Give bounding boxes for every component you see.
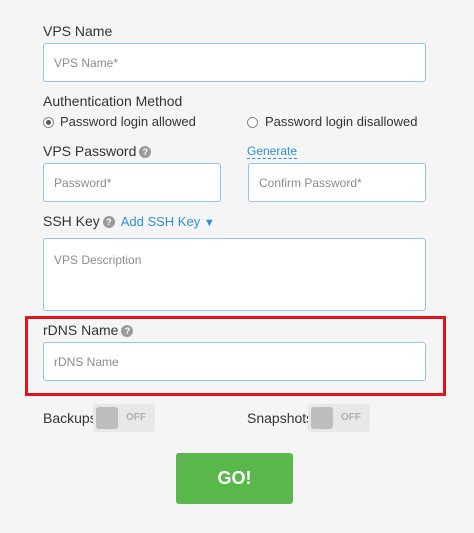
vps-name-input[interactable] xyxy=(43,43,426,82)
rdns-name-input[interactable] xyxy=(43,342,426,381)
ssh-key-label: SSH Key? Add SSH Key ▼ xyxy=(43,213,215,229)
vps-password-label-text: VPS Password xyxy=(43,143,137,159)
password-disallowed-label[interactable]: Password login disallowed xyxy=(265,114,417,129)
snapshots-label: Snapshots xyxy=(247,410,314,426)
help-icon[interactable]: ? xyxy=(121,325,134,337)
toggle-knob[interactable] xyxy=(96,407,118,429)
toggle-knob[interactable] xyxy=(311,407,333,429)
password-allowed-radio[interactable] xyxy=(43,117,54,128)
vps-name-label: VPS Name xyxy=(43,23,113,39)
auth-method-label: Authentication Method xyxy=(43,93,183,109)
ssh-key-label-text: SSH Key xyxy=(43,213,100,229)
backups-label: Backups xyxy=(43,410,97,426)
generate-link-text[interactable]: Generate xyxy=(247,144,298,159)
help-icon[interactable]: ? xyxy=(102,216,115,228)
snapshots-toggle-state: OFF xyxy=(341,412,361,423)
add-ssh-key-text[interactable]: Add SSH Key xyxy=(121,214,201,229)
add-ssh-key-link[interactable]: Add SSH Key ▼ xyxy=(121,214,215,229)
confirm-password-input[interactable] xyxy=(248,163,426,202)
caret-down-icon[interactable]: ▼ xyxy=(204,217,215,229)
go-button[interactable]: GO! xyxy=(176,453,293,504)
password-allowed-label[interactable]: Password login allowed xyxy=(60,114,196,129)
vps-password-label: VPS Password? xyxy=(43,143,152,159)
generate-password-link[interactable]: Generate xyxy=(247,144,298,159)
vps-description-textarea[interactable] xyxy=(43,238,426,311)
snapshots-toggle[interactable]: OFF xyxy=(308,404,370,432)
password-disallowed-radio[interactable] xyxy=(247,117,258,128)
password-input[interactable] xyxy=(43,163,221,202)
help-icon[interactable]: ? xyxy=(139,146,152,158)
rdns-name-label-text: rDNS Name xyxy=(43,322,119,338)
backups-toggle[interactable]: OFF xyxy=(93,404,155,432)
backups-toggle-state: OFF xyxy=(126,412,146,423)
rdns-name-label: rDNS Name? xyxy=(43,322,134,338)
